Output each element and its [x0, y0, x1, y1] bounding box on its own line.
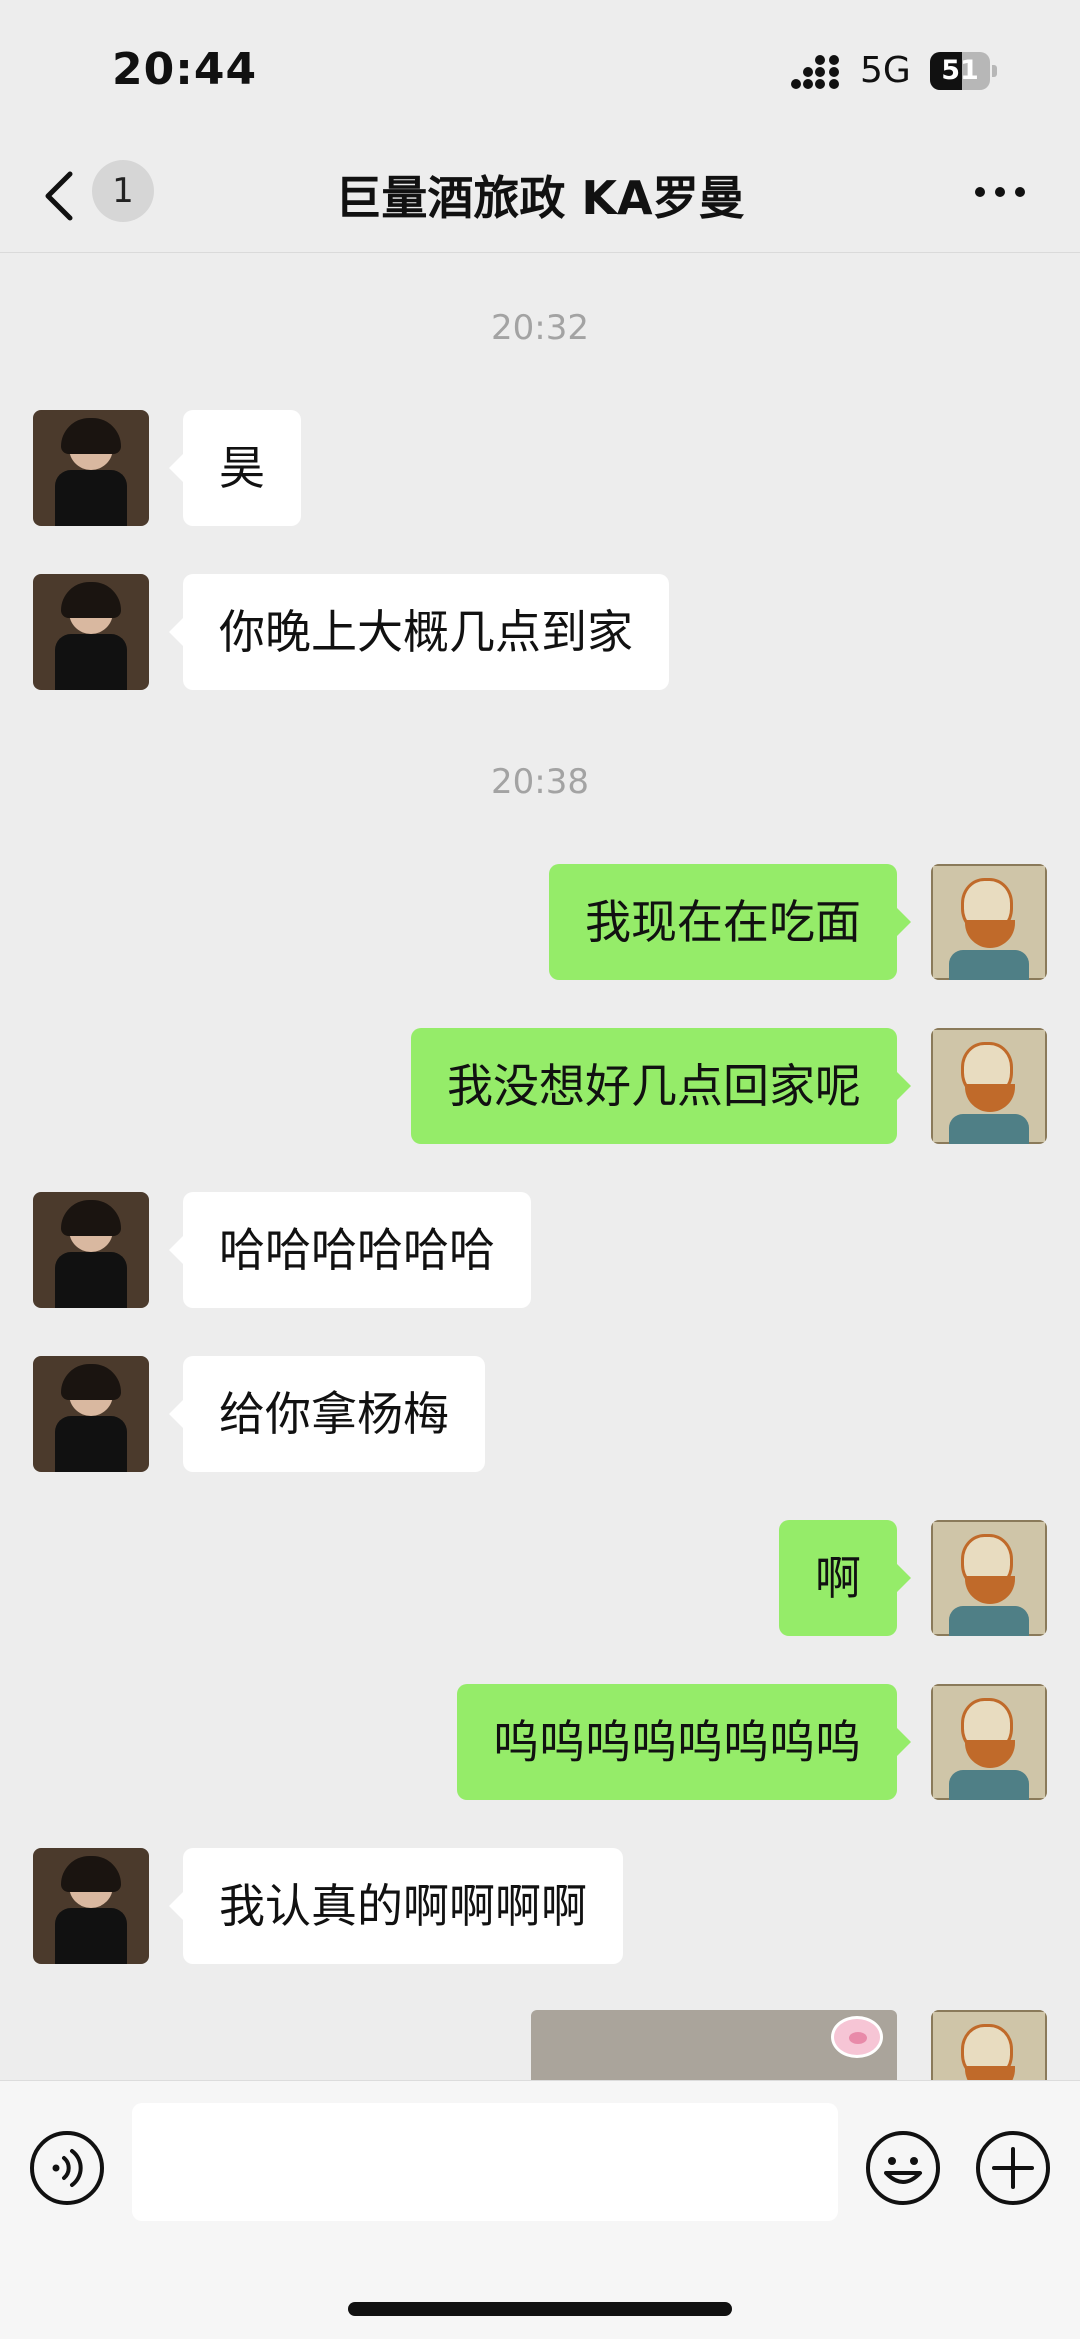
network-type: 5G — [860, 50, 911, 91]
message-row — [0, 2010, 1080, 2080]
signal-icon — [791, 55, 839, 89]
emoji-icon[interactable] — [864, 2129, 942, 2207]
message-bubble[interactable]: 哈哈哈哈哈哈 — [169, 1192, 531, 1308]
contact-avatar[interactable] — [33, 1356, 149, 1472]
message-row: 啊 — [0, 1520, 1080, 1640]
status-time: 20:44 — [112, 44, 258, 95]
my-avatar[interactable] — [931, 1028, 1047, 1144]
message-bubble[interactable]: 我认真的啊啊啊啊 — [169, 1848, 623, 1964]
chat-header: 1 巨量酒旅政 KA罗曼 — [0, 150, 1080, 253]
timestamp: 20:38 — [491, 762, 589, 802]
message-bubble[interactable]: 啊 — [779, 1520, 911, 1636]
message-row: 你晚上大概几点到家 — [0, 574, 1080, 694]
my-avatar[interactable] — [931, 864, 1047, 980]
message-row: 哈哈哈哈哈哈 — [0, 1192, 1080, 1312]
voice-icon[interactable] — [28, 2129, 106, 2207]
message-bubble[interactable]: 你晚上大概几点到家 — [169, 574, 669, 690]
home-indicator[interactable] — [348, 2302, 732, 2316]
status-bar: 20:44 5G 51 — [0, 0, 1080, 150]
my-avatar[interactable] — [931, 1684, 1047, 1800]
message-row: 我现在在吃面 — [0, 864, 1080, 984]
message-input[interactable] — [132, 2103, 838, 2221]
message-row: 给你拿杨梅 — [0, 1356, 1080, 1476]
message-row: 我没想好几点回家呢 — [0, 1028, 1080, 1148]
my-avatar[interactable] — [931, 2010, 1047, 2080]
contact-avatar[interactable] — [33, 1192, 149, 1308]
input-bar — [0, 2080, 1080, 2339]
message-bubble[interactable]: 给你拿杨梅 — [169, 1356, 485, 1472]
contact-avatar[interactable] — [33, 574, 149, 690]
contact-avatar[interactable] — [33, 1848, 149, 1964]
message-bubble[interactable]: 我现在在吃面 — [549, 864, 911, 980]
message-bubble[interactable]: 我没想好几点回家呢 — [411, 1028, 911, 1144]
more-icon[interactable] — [972, 172, 1028, 212]
battery-icon: 51 — [930, 52, 1000, 92]
my-avatar[interactable] — [931, 1520, 1047, 1636]
battery-level: 51 — [941, 55, 979, 86]
chat-title: 巨量酒旅政 KA罗曼 — [335, 171, 745, 225]
message-row: 昊 — [0, 410, 1080, 530]
plus-icon[interactable] — [974, 2129, 1052, 2207]
message-row: 呜呜呜呜呜呜呜呜 — [0, 1684, 1080, 1804]
timestamp: 20:32 — [491, 308, 589, 348]
message-row: 我认真的啊啊啊啊 — [0, 1848, 1080, 1968]
message-bubble[interactable]: 昊 — [169, 410, 301, 526]
contact-avatar[interactable] — [33, 410, 149, 526]
message-list: 20:32 昊 你晚上大概几点到家 20:38 我现在在吃面 我没想好几点回家呢 — [0, 252, 1080, 2080]
message-bubble[interactable]: 呜呜呜呜呜呜呜呜 — [457, 1684, 911, 1800]
image-message[interactable] — [531, 2010, 897, 2080]
